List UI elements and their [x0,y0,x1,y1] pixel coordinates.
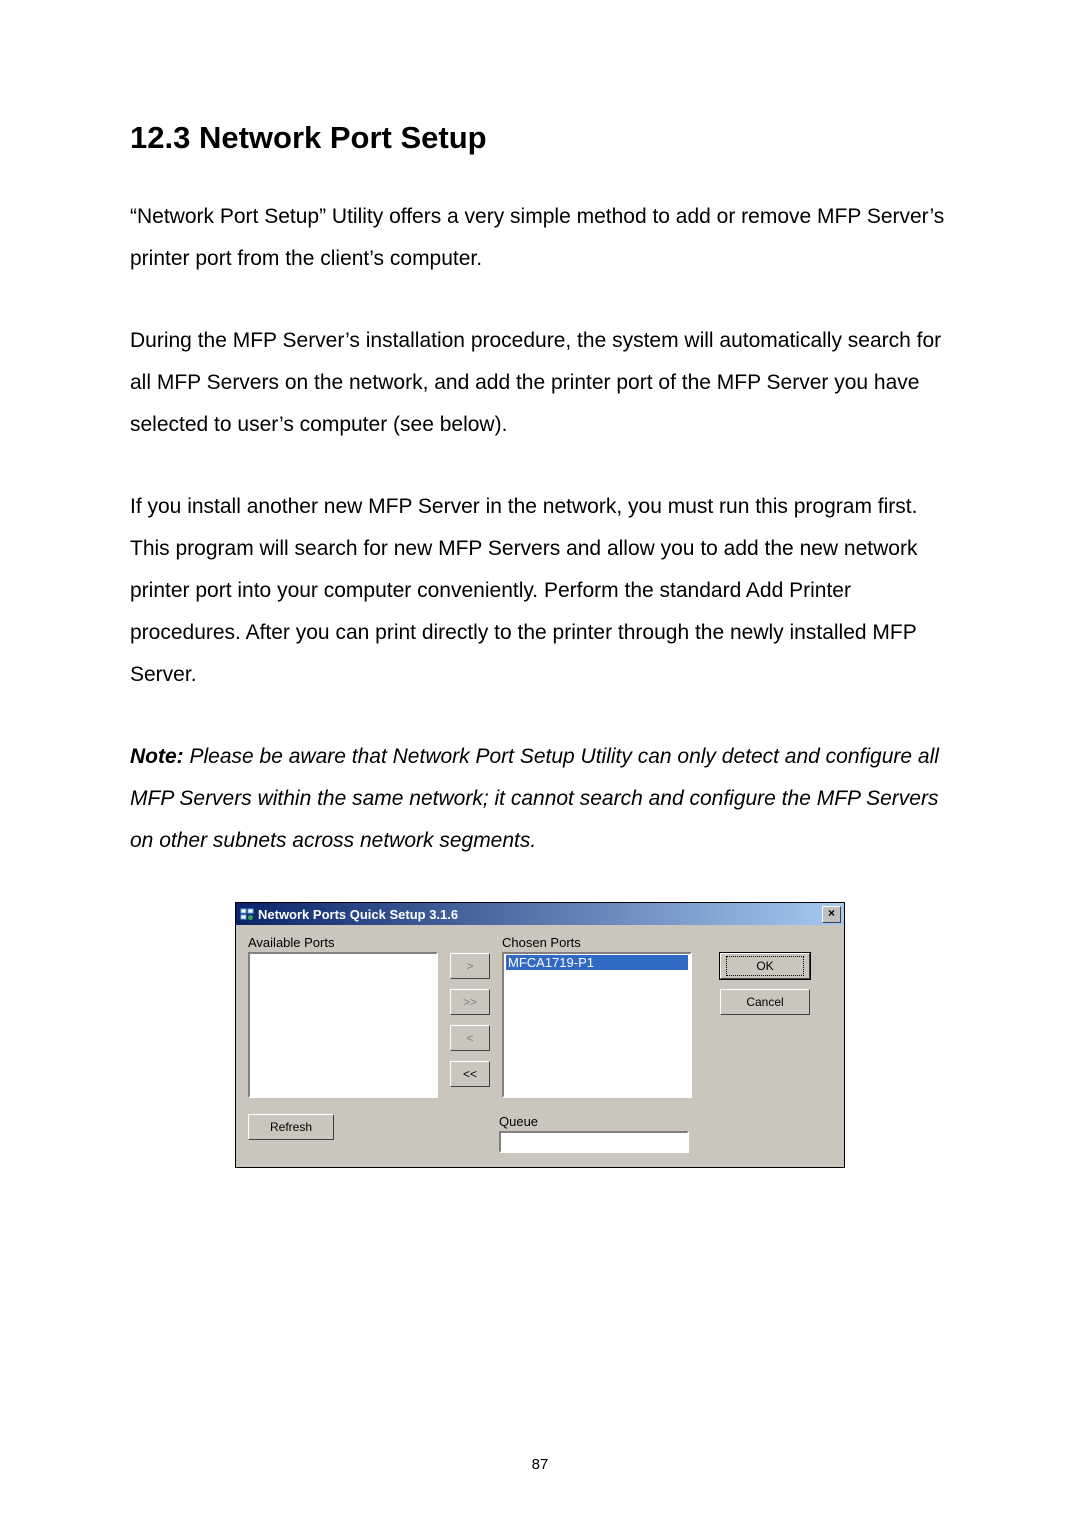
add-all-button[interactable]: >> [450,989,490,1015]
queue-input[interactable] [499,1131,689,1153]
refresh-button[interactable]: Refresh [248,1114,334,1140]
remove-one-button[interactable]: < [450,1025,490,1051]
close-icon[interactable]: × [822,906,841,923]
note-label: Note: [130,745,184,768]
queue-label: Queue [499,1114,689,1129]
ok-button-label: OK [726,956,804,976]
remove-all-button[interactable]: << [450,1061,490,1087]
paragraph-3: If you install another new MFP Server in… [130,486,950,696]
ok-button[interactable]: OK [720,953,810,979]
document-page: 12.3 Network Port Setup “Network Port Se… [0,0,1080,1528]
chosen-port-item[interactable]: MFCA1719-P1 [506,955,688,970]
app-icon [240,907,254,921]
cancel-button[interactable]: Cancel [720,989,810,1015]
note-paragraph: Note: Please be aware that Network Port … [130,736,950,862]
paragraph-2: During the MFP Server’s installation pro… [130,320,950,446]
chosen-ports-listbox[interactable]: MFCA1719-P1 [502,952,692,1098]
section-heading: 12.3 Network Port Setup [130,120,950,156]
available-ports-label: Available Ports [248,935,438,950]
note-body: Please be aware that Network Port Setup … [130,745,939,852]
window-title: Network Ports Quick Setup 3.1.6 [258,907,822,922]
available-ports-listbox[interactable] [248,952,438,1098]
chosen-ports-label: Chosen Ports [502,935,692,950]
window-body: Available Ports > >> < << Chosen Ports [236,925,844,1167]
titlebar: Network Ports Quick Setup 3.1.6 × [236,903,844,925]
page-number: 87 [0,1456,1080,1473]
paragraph-1: “Network Port Setup” Utility offers a ve… [130,196,950,280]
figure-wrap: Network Ports Quick Setup 3.1.6 × Availa… [130,902,950,1168]
add-one-button[interactable]: > [450,953,490,979]
setup-window: Network Ports Quick Setup 3.1.6 × Availa… [235,902,845,1168]
